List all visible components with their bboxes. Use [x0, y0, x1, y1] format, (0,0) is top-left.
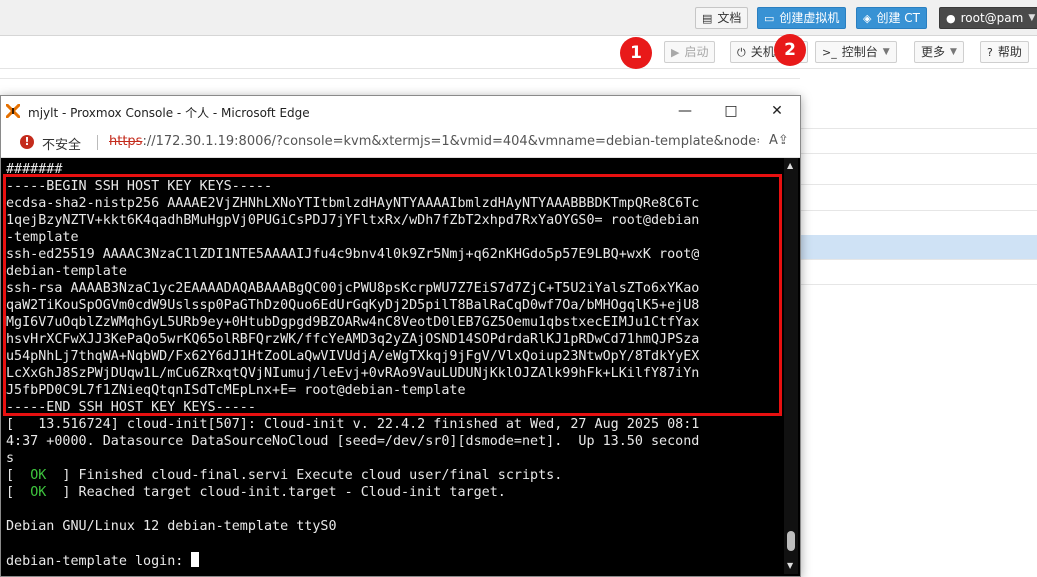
help-label: 帮助: [997, 45, 1022, 59]
login-prompt: debian-template login:: [6, 554, 192, 569]
start-label: 启动: [684, 45, 709, 59]
start-button[interactable]: ▶ 启动: [664, 41, 716, 63]
panel-row-selected[interactable]: [800, 235, 1037, 260]
chevron-down-icon: ▼: [882, 47, 890, 57]
terminal-line: ecdsa-sha2-nistp256 AAAAE2VjZHNhLXNoYTIt…: [6, 196, 700, 211]
proxmox-icon: [6, 104, 20, 118]
terminal-output: ####### -----BEGIN SSH HOST KEY KEYS----…: [6, 161, 782, 570]
create-ct-button[interactable]: ◈ 创建 CT: [856, 7, 927, 29]
not-secure-label[interactable]: 不安全: [42, 134, 81, 153]
terminal-line: ssh-ed25519 AAAAC3NzaC1lZDI1NTE5AAAAIJfu…: [6, 247, 700, 262]
url-text[interactable]: https://172.30.1.19:8006/?console=kvm&xt…: [109, 134, 759, 149]
pve-top-bar: ▤ 文档 ▭ 创建虚拟机 ◈ 创建 CT ● root@pam ▼: [0, 0, 1037, 36]
create-vm-button[interactable]: ▭ 创建虚拟机: [757, 7, 847, 29]
panel-row: [800, 260, 1037, 285]
user-label: root@pam: [960, 11, 1024, 25]
annotation-badge-2: 2: [774, 34, 806, 66]
help-icon: ?: [987, 45, 993, 59]
terminal-scrollbar[interactable]: ▲ ▼: [784, 158, 798, 574]
console-window: mjylt - Proxmox Console - 个人 - Microsoft…: [0, 95, 801, 577]
scroll-down-icon[interactable]: ▼: [787, 561, 793, 570]
docs-label: 文档: [717, 11, 742, 25]
not-secure-warning-icon[interactable]: !: [20, 135, 34, 149]
docs-button[interactable]: ▤ 文档: [695, 7, 749, 29]
window-title-bar[interactable]: mjylt - Proxmox Console - 个人 - Microsoft…: [1, 96, 800, 126]
panel-row: [800, 104, 1037, 129]
vm-action-toolbar: ▶ 启动 ⏻ 关机 >_ 控制台 ▼ 更多 ▼ ? 帮助: [0, 36, 1037, 69]
terminal-line: LcXxGhJ8SzPWjDUqw1L/mCu6ZRxqtQVjNIumuj/l…: [6, 366, 700, 381]
panel-divider: [0, 78, 800, 79]
terminal-icon: >_: [822, 45, 837, 59]
url-rest: ://172.30.1.19:8006/?console=kvm&xtermjs…: [142, 134, 759, 149]
terminal-screen[interactable]: ####### -----BEGIN SSH HOST KEY KEYS----…: [1, 158, 800, 576]
terminal-line: 4:37 +0000. Datasource DataSourceNoCloud…: [6, 434, 700, 449]
url-scheme: https: [109, 134, 143, 149]
terminal-line: s: [6, 451, 15, 466]
text-cursor: [191, 552, 200, 567]
terminal-line: -template: [6, 230, 79, 245]
ok-status: OK: [30, 468, 47, 483]
cube-icon: ◈: [863, 11, 872, 25]
help-button[interactable]: ? 帮助: [980, 41, 1029, 63]
address-bar[interactable]: ! 不安全 https://172.30.1.19:8006/?console=…: [1, 127, 800, 158]
scroll-up-icon[interactable]: ▲: [787, 161, 793, 170]
create-ct-label: 创建 CT: [876, 11, 920, 25]
create-vm-label: 创建虚拟机: [779, 11, 840, 25]
panel-row: [800, 186, 1037, 211]
terminal-line: J5fbPD0C9L7f1ZNieqQtqnISdTcMEpLnx+E= roo…: [6, 383, 466, 398]
terminal-line: -----END SSH HOST KEY KEYS-----: [6, 400, 256, 415]
more-label: 更多: [921, 45, 946, 59]
address-separator: [97, 135, 98, 150]
terminal-line: hsvHrXCFwXJJ3KePaQo5wrKQ65olRBFQrzWK/ffc…: [6, 332, 700, 347]
close-icon[interactable]: ✕: [754, 96, 800, 126]
window-title: mjylt - Proxmox Console - 个人 - Microsoft…: [28, 106, 310, 120]
terminal-line: [ 13.516724] cloud-init[507]: Cloud-init…: [6, 417, 700, 432]
minimize-icon[interactable]: —: [662, 96, 708, 126]
console-button[interactable]: >_ 控制台 ▼: [815, 41, 897, 63]
terminal-lines: ####### -----BEGIN SSH HOST KEY KEYS----…: [6, 162, 699, 466]
panel-row: [800, 211, 1037, 236]
console-label: 控制台: [841, 45, 878, 59]
ok-line: [ OK ] Reached target cloud-init.target …: [6, 485, 506, 500]
terminal-line: -----BEGIN SSH HOST KEY KEYS-----: [6, 179, 273, 194]
book-icon: ▤: [702, 11, 713, 25]
chevron-down-icon: ▼: [1028, 13, 1036, 23]
scroll-thumb[interactable]: [787, 531, 795, 551]
ok-status: OK: [30, 485, 47, 500]
terminal-line: debian-template: [6, 264, 127, 279]
user-icon: ●: [946, 11, 956, 25]
terminal-line: 1qejBzyNZTV+kkt6K4qadhBMuHgpVj0PUGiCsPDJ…: [6, 213, 700, 228]
terminal-line: ssh-rsa AAAAB3NzaC1yc2EAAAADAQABAAABgQC0…: [6, 281, 700, 296]
chevron-down-icon: ▼: [950, 47, 957, 57]
power-icon: ⏻: [737, 45, 746, 59]
terminal-line: u54pNhLj7thqWA+NqbWD/Fx62Y6dJ1HtZoOLaQwV…: [6, 349, 700, 364]
annotation-badge-1: 1: [620, 37, 652, 69]
ok-line: [ OK ] Finished cloud-final.servi Execut…: [6, 468, 563, 483]
terminal-line: qaW2TiKouSpOGVm0cdW9Uslssp0PaGThDz0Quo6E…: [6, 298, 700, 313]
play-icon: ▶: [671, 45, 680, 59]
read-aloud-icon[interactable]: A⇪: [769, 133, 789, 148]
user-menu-button[interactable]: ● root@pam ▼: [939, 7, 1037, 29]
panel-row: [800, 129, 1037, 154]
desktop-icon: ▭: [764, 11, 775, 25]
panel-row: [800, 160, 1037, 185]
maximize-icon[interactable]: □: [708, 96, 754, 126]
terminal-line: #######: [6, 162, 63, 177]
shutdown-label: 关机: [750, 45, 775, 59]
more-button[interactable]: 更多 ▼: [914, 41, 964, 63]
login-banner: Debian GNU/Linux 12 debian-template ttyS…: [6, 519, 337, 534]
terminal-line: MgI6V7uOqblZzWMqhGyL5URb9ey+0HtubDgpgd9B…: [6, 315, 700, 330]
